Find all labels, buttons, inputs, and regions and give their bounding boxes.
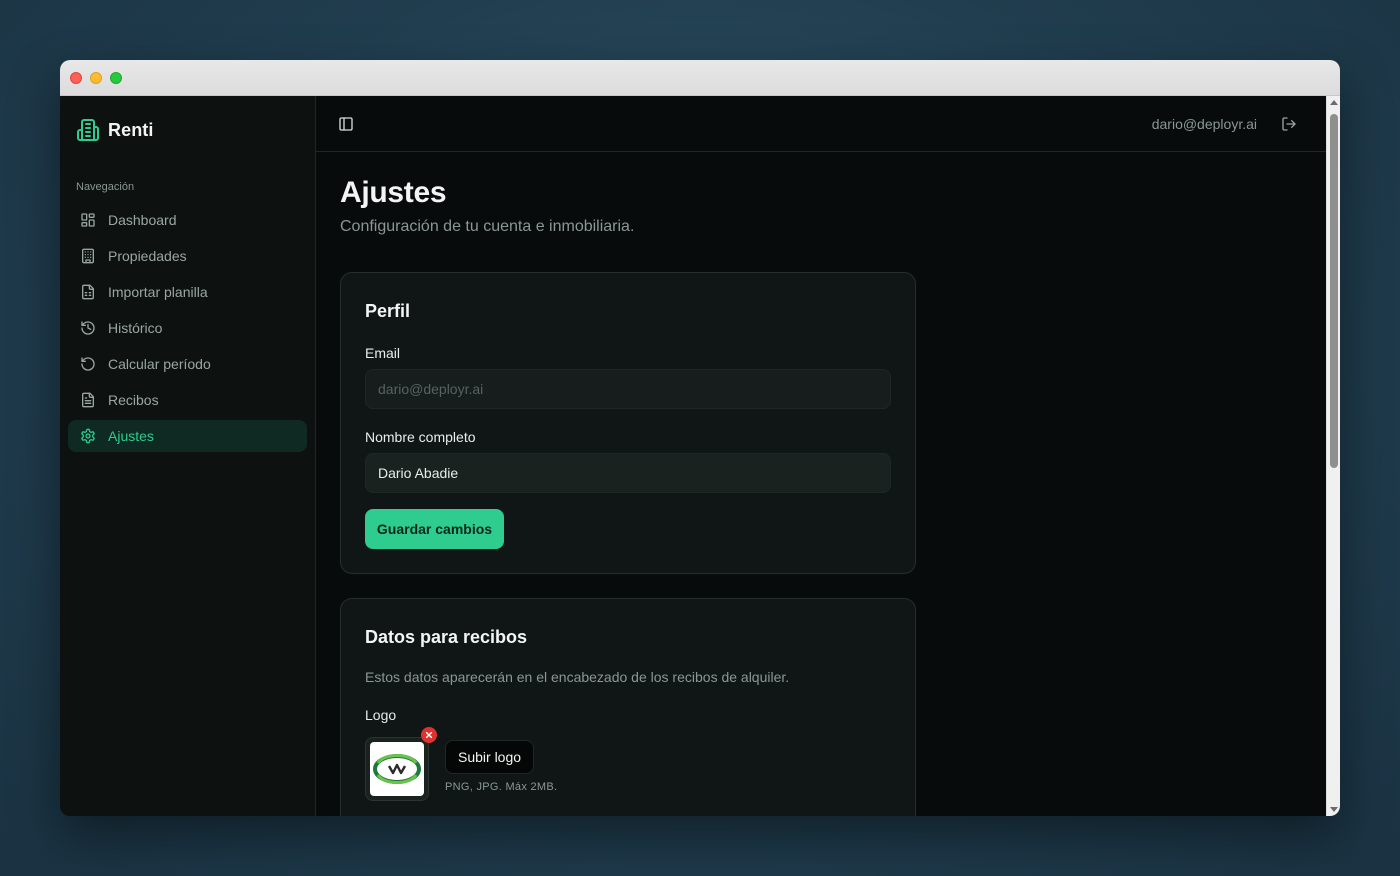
- company-logo-icon: [373, 754, 421, 784]
- sidebar-item-calcular-periodo[interactable]: Calcular período: [68, 348, 307, 380]
- save-changes-button[interactable]: Guardar cambios: [365, 509, 504, 549]
- upload-hint: PNG, JPG. Máx 2MB.: [445, 781, 558, 793]
- email-label: Email: [365, 345, 401, 361]
- full-name-field[interactable]: [365, 453, 891, 493]
- user-email: dario@deployr.ai: [1151, 116, 1257, 132]
- sidebar-item-label: Propiedades: [108, 248, 187, 264]
- sidebar-item-importar-planilla[interactable]: Importar planilla: [68, 276, 307, 308]
- topbar: dario@deployr.ai: [316, 96, 1340, 152]
- logo-label: Logo: [365, 707, 397, 723]
- receipt-card-title: Datos para recibos: [365, 627, 528, 647]
- scroll-up-arrow-icon[interactable]: [1330, 100, 1338, 105]
- logout-icon[interactable]: [1281, 116, 1297, 132]
- email-field[interactable]: [365, 369, 891, 409]
- spreadsheet-icon: [82, 284, 94, 300]
- app-shell: Renti Navegación Dashboard Propiedades I…: [60, 96, 1340, 816]
- sidebar-nav: Dashboard Propiedades Importar planilla …: [68, 204, 307, 456]
- window-titlebar: [60, 60, 1340, 96]
- upload-logo-button[interactable]: Subir logo: [445, 740, 535, 774]
- receipt-icon: [82, 392, 94, 408]
- browser-window: Renti Navegación Dashboard Propiedades I…: [60, 60, 1340, 816]
- sidebar-item-label: Importar planilla: [108, 284, 208, 300]
- scrollbar[interactable]: [1326, 96, 1340, 816]
- sidebar-item-label: Dashboard: [108, 212, 177, 228]
- brand-name: Renti: [108, 119, 154, 140]
- sidebar-item-ajustes[interactable]: Ajustes: [68, 420, 307, 452]
- remove-logo-button[interactable]: [421, 727, 437, 743]
- logo-preview: [365, 737, 429, 801]
- history-icon: [81, 321, 95, 335]
- sidebar-item-historico[interactable]: Histórico: [68, 312, 307, 344]
- close-icon: [425, 731, 433, 739]
- nav-group-label: Navegación: [76, 181, 135, 193]
- full-name-label: Nombre completo: [365, 429, 476, 445]
- page-title: Ajustes: [340, 176, 447, 209]
- main-area: dario@deployr.ai Ajustes Configuración d…: [316, 96, 1340, 816]
- window-maximize-button[interactable]: [110, 72, 122, 84]
- sidebar-item-label: Calcular período: [108, 356, 211, 372]
- settings-content: Ajustes Configuración de tu cuenta e inm…: [340, 176, 916, 816]
- scroll-down-arrow-icon[interactable]: [1330, 807, 1338, 812]
- company-logo-image: [370, 742, 424, 796]
- profile-card-title: Perfil: [365, 301, 411, 321]
- dashboard-icon: [81, 213, 95, 227]
- page-subtitle: Configuración de tu cuenta e inmobiliari…: [340, 218, 635, 235]
- sidebar: Renti Navegación Dashboard Propiedades I…: [60, 96, 316, 816]
- sidebar-item-propiedades[interactable]: Propiedades: [68, 240, 307, 272]
- sidebar-item-dashboard[interactable]: Dashboard: [68, 204, 307, 236]
- receipt-data-card: Datos para recibos Estos datos aparecerá…: [340, 598, 916, 816]
- sidebar-item-label: Histórico: [108, 320, 163, 336]
- sidebar-toggle-icon[interactable]: [338, 116, 354, 132]
- window-minimize-button[interactable]: [90, 72, 102, 84]
- sidebar-item-recibos[interactable]: Recibos: [68, 384, 307, 416]
- receipt-card-description: Estos datos aparecerán en el encabezado …: [365, 669, 790, 685]
- sidebar-item-label: Recibos: [108, 392, 159, 408]
- brand[interactable]: Renti: [76, 118, 154, 142]
- gear-icon: [81, 428, 95, 444]
- rotate-icon: [81, 357, 95, 371]
- building-icon: [82, 248, 94, 264]
- profile-card: Perfil Email Nombre completo Guardar cam…: [340, 272, 916, 574]
- building-logo-icon: [77, 119, 99, 141]
- window-close-button[interactable]: [70, 72, 82, 84]
- scrollbar-thumb[interactable]: [1330, 114, 1338, 468]
- sidebar-item-label: Ajustes: [108, 428, 154, 444]
